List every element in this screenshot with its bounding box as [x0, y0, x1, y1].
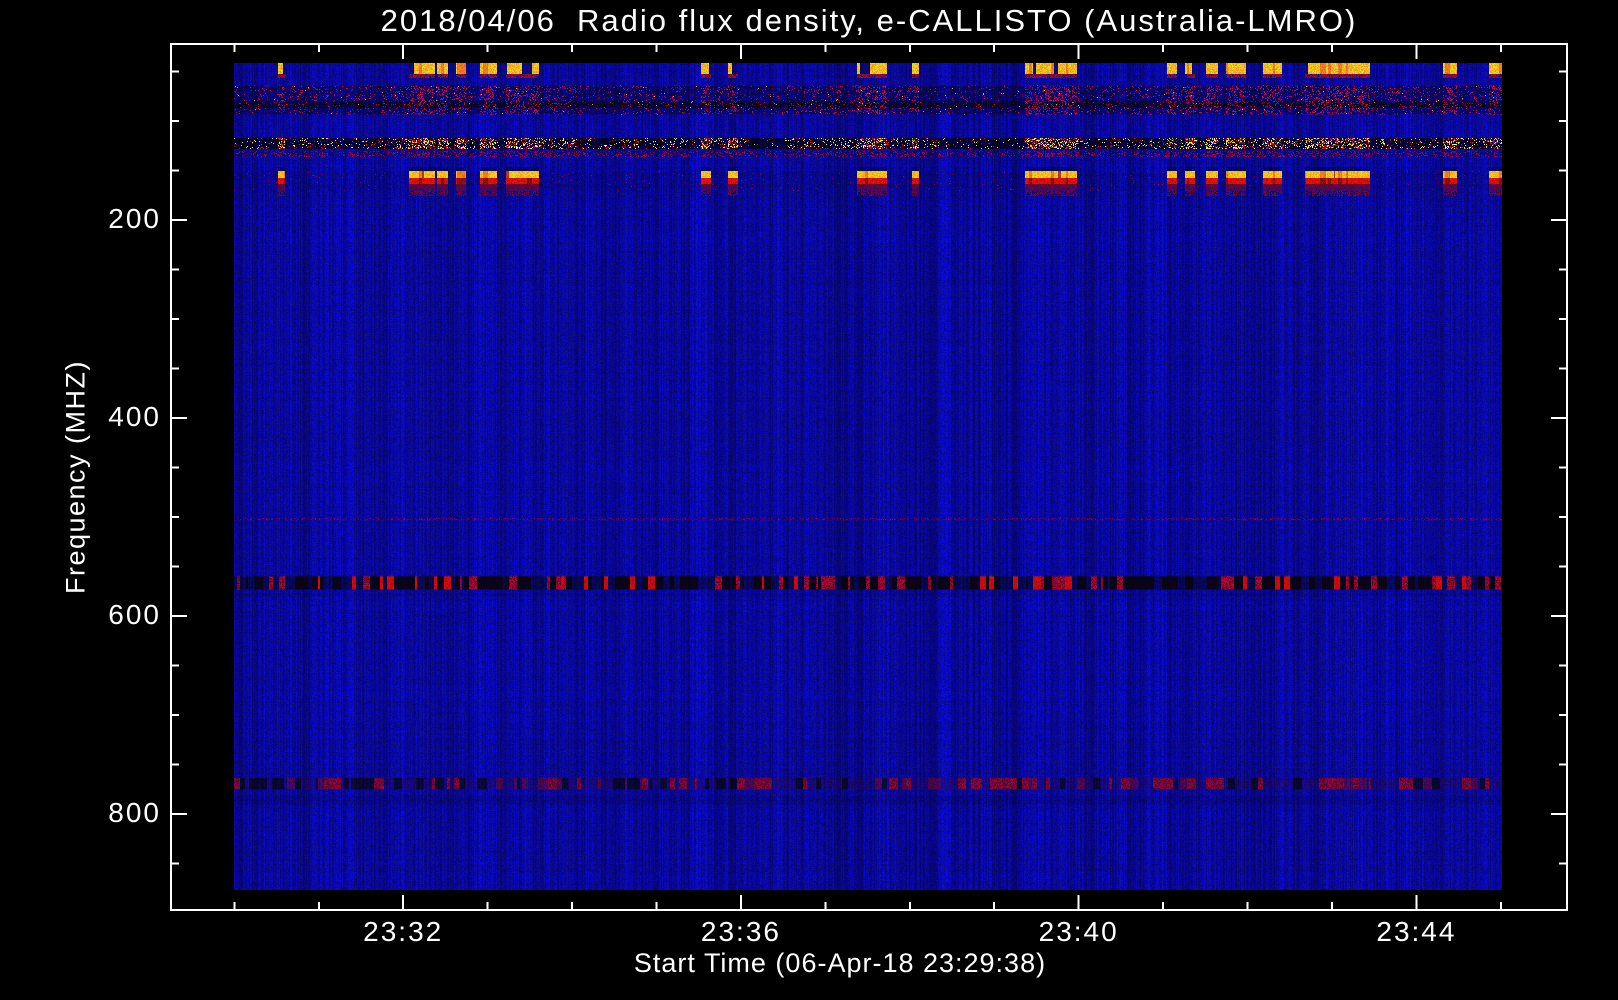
y-tick-label: 800: [108, 796, 161, 828]
x-tick-label: 23:32: [363, 916, 444, 947]
x-tick-label: 23:44: [1376, 916, 1457, 947]
spectrogram-screen: 2018/04/06 Radio flux density, e-CALLIST…: [0, 0, 1618, 1000]
y-tick-label: 200: [108, 203, 161, 235]
x-tick-label: 23:36: [700, 916, 781, 947]
y-tick-label: 600: [108, 599, 161, 631]
x-tick-label: 23:40: [1038, 916, 1119, 947]
y-tick-label: 400: [108, 401, 161, 433]
axes-frame: [170, 43, 1568, 911]
x-axis-title: Start Time (06-Apr-18 23:29:38): [633, 948, 1047, 978]
